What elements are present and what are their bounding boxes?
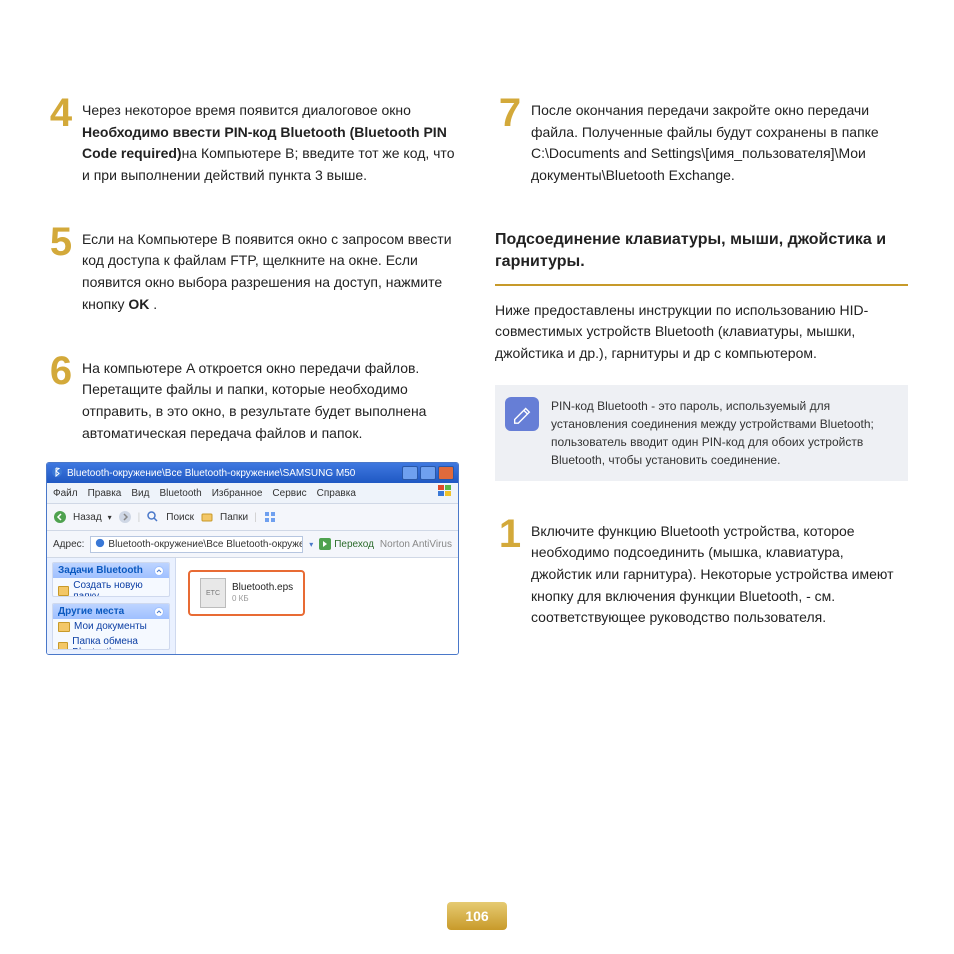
chevron-up-icon <box>154 607 164 617</box>
sidebar-item-label: Создать новую папку <box>73 580 164 597</box>
menu-edit[interactable]: Правка <box>88 488 122 499</box>
folder-icon <box>58 642 68 650</box>
go-label: Переход <box>334 539 374 550</box>
folder-icon <box>58 622 70 632</box>
note-icon <box>505 397 539 431</box>
sidebar-item-label: Папка обмена Bluetooth <box>72 636 164 650</box>
sidebar-tasks-header[interactable]: Задачи Bluetooth <box>53 563 169 578</box>
sidebar-tasks-panel: Задачи Bluetooth Создать новую папку <box>52 562 170 597</box>
file-area[interactable]: ETC Bluetooth.eps 0 КБ <box>176 558 458 654</box>
step-text-prefix: Через некоторое время появится диалогово… <box>82 102 411 118</box>
toolbar: Назад ▾ | Поиск Папки | <box>47 504 458 531</box>
search-button[interactable]: Поиск <box>166 512 194 523</box>
menu-bluetooth[interactable]: Bluetooth <box>159 488 201 499</box>
explorer-window: Bluetooth-окружение\Все Bluetooth-окруже… <box>46 462 459 655</box>
menu-file[interactable]: Файл <box>53 488 78 499</box>
step-number: 5 <box>46 225 76 316</box>
menu-view[interactable]: Вид <box>131 488 149 499</box>
address-label: Адрес: <box>53 539 84 550</box>
file-name: Bluetooth.eps <box>232 582 293 594</box>
left-column: 4 Через некоторое время появится диалого… <box>46 100 459 671</box>
search-icon[interactable] <box>146 510 160 524</box>
address-field[interactable]: Bluetooth-окружение\Все Bluetooth-окруже… <box>90 536 303 553</box>
page-number: 106 <box>447 902 507 930</box>
file-size: 0 КБ <box>232 594 293 604</box>
windows-flag-icon <box>438 485 452 497</box>
step-text-suffix: . <box>149 296 157 312</box>
window-body: Задачи Bluetooth Создать новую папку Дру… <box>47 558 458 654</box>
step-body: Если на Компьютере B появится окно с зап… <box>82 229 459 316</box>
bluetooth-icon <box>51 466 63 481</box>
highlighted-file[interactable]: ETC Bluetooth.eps 0 КБ <box>188 570 305 616</box>
step-number: 6 <box>46 354 76 445</box>
file-icon-text: ETC <box>206 590 220 597</box>
sidebar-header-label: Задачи Bluetooth <box>58 565 143 576</box>
sidebar-item-bluetooth-exchange[interactable]: Папка обмена Bluetooth <box>53 634 169 650</box>
step-body: Через некоторое время появится диалогово… <box>82 100 459 187</box>
step-text-prefix: На компьютере A откроется окно передачи … <box>82 360 426 441</box>
back-button[interactable]: Назад <box>73 512 102 523</box>
address-text: Bluetooth-окружение\Все Bluetooth-окруже… <box>108 539 303 550</box>
norton-label[interactable]: Norton AntiVirus <box>380 539 452 550</box>
sidebar-places-header[interactable]: Другие места <box>53 604 169 619</box>
section-description: Ниже предоставлены инструкции по использ… <box>495 300 908 365</box>
dropdown-icon[interactable]: ▾ <box>108 513 112 522</box>
step-body: На компьютере A откроется окно передачи … <box>82 358 459 445</box>
go-button[interactable]: Переход <box>319 538 374 550</box>
chevron-up-icon <box>154 566 164 576</box>
step-7: 7 После окончания передачи закройте окно… <box>495 100 908 187</box>
window-title: Bluetooth-окружение\Все Bluetooth-окруже… <box>67 468 398 479</box>
file-label: Bluetooth.eps 0 КБ <box>232 582 293 604</box>
step-4: 4 Через некоторое время появится диалого… <box>46 100 459 187</box>
step-body: Включите функцию Bluetooth устройства, к… <box>531 521 908 629</box>
step-5: 5 Если на Компьютере B появится окно с з… <box>46 229 459 316</box>
step-1: 1 Включите функцию Bluetooth устройства,… <box>495 521 908 629</box>
right-column: 7 После окончания передачи закройте окно… <box>495 100 908 671</box>
note-box: PIN-код Bluetooth - это пароль, использу… <box>495 385 908 481</box>
folders-button[interactable]: Папки <box>220 512 248 523</box>
menu-help[interactable]: Справка <box>317 488 356 499</box>
file-icon: ETC <box>200 578 226 608</box>
note-text: PIN-код Bluetooth - это пароль, использу… <box>551 397 894 469</box>
dropdown-icon[interactable]: ▾ <box>309 540 313 549</box>
maximize-button[interactable] <box>420 466 436 480</box>
step-text-bold: OK <box>128 296 149 312</box>
sidebar-header-label: Другие места <box>58 606 124 617</box>
close-button[interactable] <box>438 466 454 480</box>
menu-bar: Файл Правка Вид Bluetooth Избранное Серв… <box>47 483 458 504</box>
minimize-button[interactable] <box>402 466 418 480</box>
window-controls <box>402 466 454 480</box>
sidebar-item-new-folder[interactable]: Создать новую папку <box>53 578 169 597</box>
menu-tools[interactable]: Сервис <box>272 488 306 499</box>
sidebar: Задачи Bluetooth Создать новую папку Дру… <box>47 558 176 654</box>
step-body: После окончания передачи закройте окно п… <box>531 100 908 187</box>
folders-icon[interactable] <box>200 510 214 524</box>
window-titlebar: Bluetooth-окружение\Все Bluetooth-окруже… <box>47 463 458 483</box>
address-bar: Адрес: Bluetooth-окружение\Все Bluetooth… <box>47 531 458 558</box>
step-6: 6 На компьютере A откроется окно передач… <box>46 358 459 445</box>
views-icon[interactable] <box>263 510 277 524</box>
sidebar-item-my-documents[interactable]: Мои документы <box>53 619 169 634</box>
step-number: 7 <box>495 96 525 187</box>
sidebar-places-panel: Другие места Мои документы Папка обмена … <box>52 603 170 650</box>
step-number: 1 <box>495 517 525 629</box>
back-icon[interactable] <box>53 510 67 524</box>
folder-icon <box>58 586 69 596</box>
forward-icon[interactable] <box>118 510 132 524</box>
menu-favorites[interactable]: Избранное <box>212 488 263 499</box>
bluetooth-icon <box>95 538 105 551</box>
section-title: Подсоединение клавиатуры, мыши, джойстик… <box>495 229 908 286</box>
step-number: 4 <box>46 96 76 187</box>
sidebar-item-label: Мои документы <box>74 621 147 632</box>
